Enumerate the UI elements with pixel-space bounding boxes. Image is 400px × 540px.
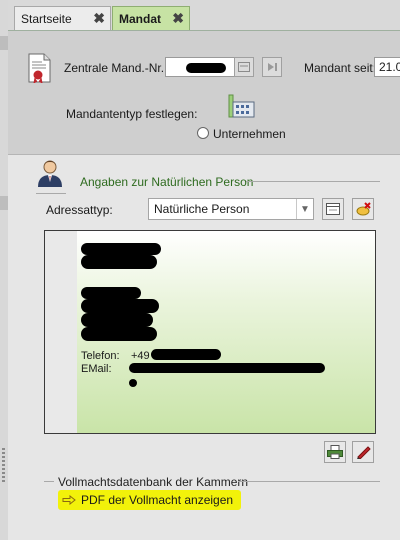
redaction — [186, 63, 226, 73]
adressattyp-label: Adressattyp: — [46, 203, 113, 217]
card-icon[interactable] — [322, 198, 344, 220]
redaction — [151, 349, 221, 360]
section-divider — [36, 193, 66, 194]
redaction — [129, 379, 137, 387]
section-divider — [246, 181, 380, 182]
mandant-seit-label: Mandant seit: — [304, 61, 377, 75]
pdf-vollmacht-link[interactable]: PDF der Vollmacht anzeigen — [58, 490, 242, 510]
redaction — [81, 299, 159, 313]
building-icon[interactable] — [228, 93, 256, 119]
tab-label: Startseite — [21, 11, 72, 26]
redaction — [81, 243, 161, 255]
pdf-vollmacht-label: PDF der Vollmacht anzeigen — [81, 493, 234, 507]
radio-unternehmen[interactable] — [197, 127, 209, 139]
tab-startseite[interactable]: Startseite ✖ — [14, 6, 111, 30]
redaction — [81, 255, 157, 269]
splitter-grip[interactable] — [2, 448, 5, 484]
section-divider — [44, 481, 54, 482]
close-icon[interactable]: ✖ — [93, 10, 105, 27]
mand-nr-label: Zentrale Mand.-Nr.: — [64, 61, 168, 75]
mandat-header: Zentrale Mand.-Nr.: Mandant seit: 21.0 M… — [8, 31, 400, 155]
mandant-seit-value: 21.0 — [379, 60, 400, 74]
mandant-seit-input[interactable]: 21.0 — [374, 57, 400, 77]
document-seal-icon — [28, 53, 51, 83]
vollmacht-section-title: Vollmachtsdatenbank der Kammern — [58, 475, 249, 489]
redaction — [81, 327, 157, 341]
redaction — [81, 287, 141, 299]
radio-unternehmen-label: Unternehmen — [213, 127, 286, 141]
tab-label: Mandat — [119, 11, 161, 26]
section-divider — [238, 481, 380, 482]
person-icon — [38, 160, 62, 187]
print-icon[interactable] — [324, 441, 346, 463]
redaction — [81, 313, 153, 327]
redaction — [129, 363, 325, 373]
tab-bar: Startseite ✖ Mandat ✖ — [8, 0, 400, 31]
address-card: Telefon: +49 EMail: — [44, 230, 376, 434]
card-delete-icon[interactable] — [352, 198, 374, 220]
adressattyp-select[interactable]: Natürliche Person ▼ — [148, 198, 314, 220]
telefon-label: Telefon: — [81, 350, 120, 362]
person-section-title: Angaben zur Natürlichen Person — [80, 175, 254, 189]
calendar-icon[interactable] — [234, 57, 254, 77]
mand-nr-input[interactable] — [165, 57, 235, 77]
left-gutter — [0, 0, 8, 540]
chevron-down-icon[interactable]: ▼ — [296, 199, 313, 219]
address-card-band — [45, 231, 77, 433]
close-icon[interactable]: ✖ — [172, 10, 184, 27]
edit-icon[interactable] — [352, 441, 374, 463]
mandantentyp-label: Mandantentyp festlegen: — [66, 107, 198, 121]
email-label: EMail: — [81, 363, 112, 375]
gutter-marker — [0, 36, 8, 50]
adressattyp-value: Natürliche Person — [154, 202, 250, 216]
telefon-prefix: +49 — [131, 350, 150, 362]
gutter-marker — [0, 196, 8, 210]
skip-end-icon[interactable] — [262, 57, 282, 77]
arrow-right-icon — [62, 495, 76, 505]
tab-mandat[interactable]: Mandat ✖ — [112, 6, 190, 30]
